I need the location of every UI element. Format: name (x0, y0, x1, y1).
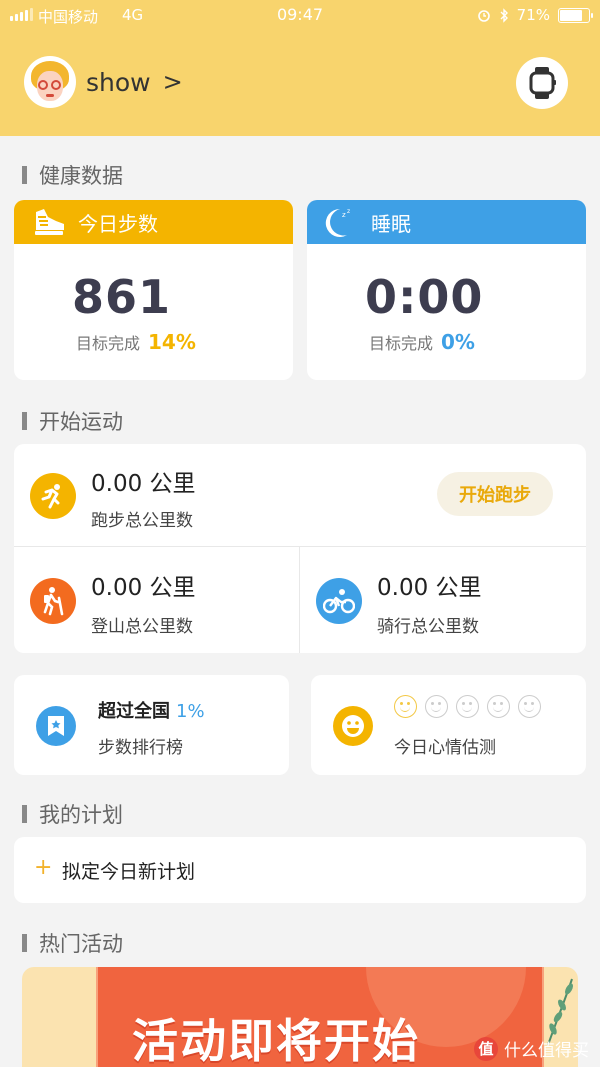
new-plan-label[interactable]: 拟定今日新计划 (62, 857, 195, 884)
rank-title-text: 超过全国 (98, 701, 170, 722)
run-icon (30, 473, 76, 519)
hike-label: 登山总公里数 (91, 617, 193, 637)
sleep-card[interactable]: z z 睡眠 0:00 目标完成 0% (307, 200, 586, 380)
alarm-icon (477, 10, 490, 22)
username[interactable]: show (86, 68, 151, 97)
hiking-icon[interactable] (30, 578, 76, 624)
bike-icon[interactable] (316, 578, 362, 624)
plus-icon: + (34, 855, 53, 880)
status-right: 71% (477, 6, 593, 24)
mood-face-icon[interactable] (394, 695, 417, 718)
run-value: 0.00 公里 (91, 471, 196, 497)
steps-card-header: 今日步数 (14, 200, 293, 244)
mood-face-icon[interactable] (425, 695, 448, 718)
status-bar: 中国移动 4G 09:47 71% (0, 0, 600, 30)
sleep-value: 0:00 (365, 270, 484, 324)
start-run-button[interactable]: 开始跑步 (437, 472, 553, 516)
chevron-right-icon: > (162, 68, 183, 96)
divider (299, 547, 300, 653)
watermark-logo: 值 (474, 1036, 498, 1061)
rank-pct: 1% (176, 701, 205, 722)
banner-text: 活动即将开始 (132, 1014, 420, 1067)
rank-title: 超过全国 1% (98, 697, 205, 723)
profile-link[interactable]: show > (24, 56, 183, 108)
mood-face-icon[interactable] (456, 695, 479, 718)
section-hot-title: 热门活动 (22, 928, 123, 958)
sleep-goal-pct: 0% (441, 330, 475, 354)
ride-label: 骑行总公里数 (377, 617, 479, 637)
svg-text:z: z (342, 211, 346, 219)
steps-goal-label: 目标完成 (76, 334, 141, 353)
ride-value: 0.00 公里 (377, 575, 482, 601)
battery-percent: 71% (516, 6, 550, 24)
avatar[interactable] (24, 56, 76, 108)
battery-icon (558, 7, 593, 23)
steps-card[interactable]: 今日步数 861 目标完成 14% (14, 200, 293, 380)
steps-card-title: 今日步数 (78, 211, 158, 236)
shoe-icon (35, 209, 64, 235)
mood-face-icon[interactable] (518, 695, 541, 718)
mood-label: 今日心情估测 (394, 738, 496, 758)
steps-goal: 目标完成 14% (76, 330, 196, 354)
sleep-goal: 目标完成 0% (369, 330, 475, 354)
smiley-icon (333, 706, 373, 746)
run-label: 跑步总公里数 (91, 511, 193, 531)
mood-face-icon[interactable] (487, 695, 510, 718)
top-header: 中国移动 4G 09:47 71% show > (0, 0, 600, 136)
watermark: 值 什么值得买 (474, 1036, 589, 1061)
hike-value: 0.00 公里 (91, 575, 196, 601)
watch-icon (529, 67, 556, 99)
section-health-title: 健康数据 (22, 160, 123, 190)
sleep-card-title: 睡眠 (371, 211, 411, 236)
watermark-text: 什么值得买 (504, 1041, 589, 1061)
steps-goal-pct: 14% (148, 330, 196, 354)
sleep-card-header: z z 睡眠 (307, 200, 586, 244)
steps-value: 861 (72, 270, 172, 324)
rank-label: 步数排行榜 (98, 738, 183, 758)
section-sport-title: 开始运动 (22, 406, 123, 436)
sleep-goal-label: 目标完成 (369, 334, 434, 353)
section-plan-title: 我的计划 (22, 799, 123, 829)
bookmark-star-icon (36, 706, 76, 746)
watch-button[interactable] (516, 57, 568, 109)
divider (14, 546, 586, 547)
mood-selector[interactable] (394, 695, 541, 718)
moon-icon: z z (325, 208, 350, 237)
bluetooth-icon (500, 7, 508, 23)
svg-text:z: z (347, 208, 350, 215)
